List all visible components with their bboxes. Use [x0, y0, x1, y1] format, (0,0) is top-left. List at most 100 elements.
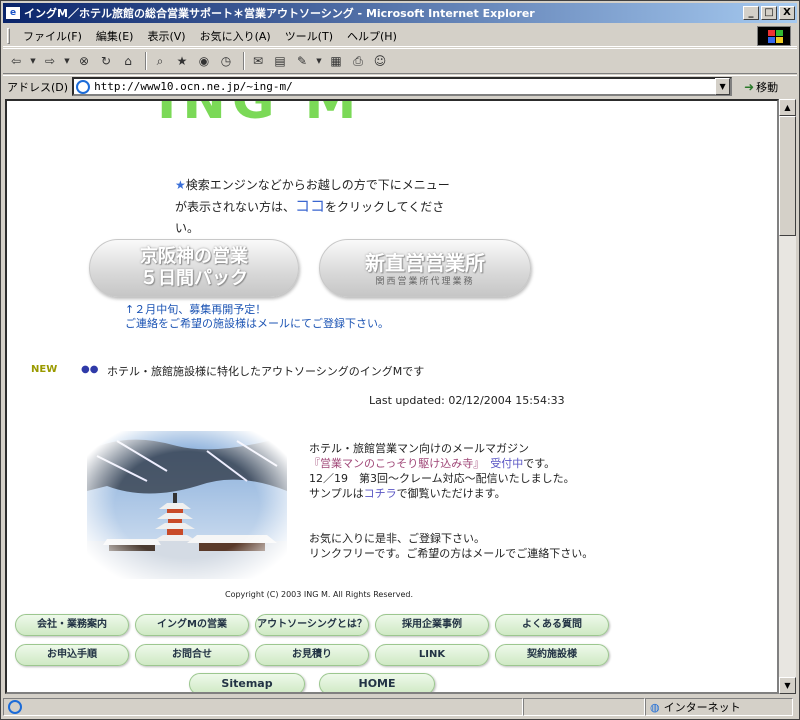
print-icon[interactable]: ▤ [271, 52, 289, 70]
ie-icon: e [5, 6, 21, 20]
toolbar-grip[interactable] [7, 27, 10, 44]
forward-dropdown-icon[interactable]: ▼ [63, 52, 71, 70]
address-label: アドレス(D) [7, 80, 69, 94]
back-icon[interactable]: ⇦ [7, 52, 25, 70]
history-icon[interactable]: ◷ [217, 52, 235, 70]
mail-icon[interactable]: ✉ [249, 52, 267, 70]
title-bar[interactable]: e イングM／ホテル旅館の総合営業サポート＊営業アウトソーシング - Micro… [3, 3, 797, 23]
nav-home[interactable]: HOME [319, 673, 435, 692]
vertical-scrollbar[interactable]: ▲ ▼ [779, 99, 796, 694]
recruit-notice[interactable]: ↑２月中旬、募集再開予定！ ご連絡をご希望の施設様はメールにてご登録下さい。 [125, 303, 389, 331]
edit-dropdown-icon[interactable]: ▼ [315, 52, 323, 70]
minimize-button[interactable]: _ [743, 6, 759, 20]
nav-contact[interactable]: お問合せ [135, 644, 249, 666]
back-dropdown-icon[interactable]: ▼ [29, 52, 37, 70]
zone-panel: ◍ インターネット [645, 698, 793, 716]
banner-left-line2: ５日間パック [140, 268, 248, 289]
discuss-icon[interactable]: ▦ [327, 52, 345, 70]
copyright: Copyright (C) 2003 ING M. All Rights Res… [225, 590, 413, 599]
menu-tools[interactable]: ツール(T) [278, 28, 340, 44]
nav-link[interactable]: LINK [375, 644, 489, 666]
banner-right-line1: 新直営営業所 [365, 251, 485, 275]
page-content: ING M ★検索エンジンなどからお越しの方で下にメニュー が表示されない方は、… [5, 99, 779, 694]
address-input[interactable]: http://www10.ocn.ne.jp/~ing-m/ [72, 77, 733, 96]
zone-label: インターネット [663, 701, 741, 714]
sample-link[interactable]: コチラ [364, 487, 397, 500]
logo-text: ING M [157, 101, 362, 129]
stop-icon[interactable]: ⊗ [75, 52, 93, 70]
notice-line1: 検索エンジンなどからお越しの方で下にメニュー [185, 178, 450, 192]
banner-left-line1: 京阪神の営業 [140, 246, 248, 267]
menu-help[interactable]: ヘルプ(H) [340, 28, 404, 44]
bullet-dots-icon: ●● [81, 364, 99, 375]
refresh-icon[interactable]: ↻ [97, 52, 115, 70]
mag-line4-end: で御覧いただけます。 [396, 487, 506, 500]
toolbar-separator [145, 52, 147, 70]
mag-line3: 12／19 第3回〜クレーム対応〜配信いたしました。 [309, 472, 575, 485]
mag-line1: ホテル・旅館営業マン向けのメールマガジン [309, 442, 529, 455]
banner-right-sub: 関西営業所代理業務 [375, 277, 475, 287]
new-office-banner[interactable]: 新直営営業所 関西営業所代理業務 [319, 239, 531, 297]
nav-faq[interactable]: よくある質問 [495, 614, 609, 636]
menu-bar: ファイル(F) 編集(E) 表示(V) お気に入り(A) ツール(T) ヘルプ(… [3, 25, 797, 47]
favorites-notice: お気に入りに是非、ご登録下さい。 リンクフリーです。ご希望の方はメールでご連絡下… [309, 531, 593, 561]
globe-icon: ◍ [650, 700, 660, 714]
menu-edit[interactable]: 編集(E) [89, 28, 141, 44]
research-icon[interactable]: ⎙ [349, 52, 367, 70]
standard-toolbar: ⇦ ▼ ⇨ ▼ ⊗ ↻ ⌂ ⌕ ★ ◉ ◷ ✉ ▤ ✎ ▼ ▦ ⎙ ☺ [3, 48, 797, 74]
forward-icon[interactable]: ⇨ [41, 52, 59, 70]
subscribe-link[interactable]: 受付中 [490, 457, 523, 470]
address-dropdown-icon[interactable]: ▼ [715, 78, 731, 95]
last-updated: Last updated: 02/12/2004 15:54:33 [369, 394, 565, 407]
menu-favorites[interactable]: お気に入り(A) [193, 28, 278, 44]
intro-text: ホテル・旅館施設様に特化したアウトソーシングのイングMです [107, 365, 425, 378]
maximize-button[interactable]: □ [761, 6, 777, 20]
status-panel [523, 698, 645, 716]
toolbar-separator [243, 52, 245, 70]
mag-line2-end: です。 [523, 457, 556, 470]
notice-line2-end: をクリックしてくださ [325, 200, 445, 214]
address-url[interactable]: http://www10.ocn.ne.jp/~ing-m/ [94, 80, 293, 93]
nav-estimate[interactable]: お見積り [255, 644, 369, 666]
new-badge: NEW [31, 364, 58, 375]
star-icon: ★ [175, 178, 186, 192]
temple-photo [87, 431, 287, 579]
recruit-line1: ↑２月中旬、募集再開予定！ [125, 303, 267, 316]
search-icon[interactable]: ⌕ [151, 52, 169, 70]
recruit-line2: ご連絡をご希望の施設様はメールにてご登録下さい。 [125, 317, 389, 330]
close-button[interactable]: X [779, 6, 795, 20]
nav-cases[interactable]: 採用企業事例 [375, 614, 489, 636]
keihanshin-pack-banner[interactable]: 京阪神の営業 ５日間パック [89, 239, 299, 297]
media-icon[interactable]: ◉ [195, 52, 213, 70]
edit-icon[interactable]: ✎ [293, 52, 311, 70]
scroll-thumb[interactable] [779, 116, 796, 236]
menu-view[interactable]: 表示(V) [140, 28, 192, 44]
nav-outsourcing[interactable]: アウトソーシングとは？ [255, 614, 369, 636]
nav-facilities[interactable]: 契約施設様 [495, 644, 609, 666]
windows-logo-icon [757, 26, 791, 46]
home-icon[interactable]: ⌂ [119, 52, 137, 70]
page-status-icon [8, 700, 22, 714]
nav-company[interactable]: 会社・業務案内 [15, 614, 129, 636]
nav-sales[interactable]: イングMの営業 [135, 614, 249, 636]
nav-sitemap[interactable]: Sitemap [189, 673, 305, 692]
notice-line2: が表示されない方は、 [175, 200, 296, 214]
go-button[interactable]: ➜ 移動 [744, 79, 778, 95]
menu-file[interactable]: ファイル(F) [16, 28, 89, 44]
address-bar: アドレス(D) http://www10.ocn.ne.jp/~ing-m/ ▼… [3, 75, 797, 97]
messenger-icon[interactable]: ☺ [371, 52, 389, 70]
nav-apply[interactable]: お申込手順 [15, 644, 129, 666]
page-icon [76, 79, 91, 94]
status-bar: ◍ インターネット [3, 697, 797, 717]
koko-link[interactable]: ココ [295, 197, 325, 215]
scroll-down-icon[interactable]: ▼ [779, 677, 796, 694]
go-label: 移動 [756, 80, 779, 94]
menu-notice: ★検索エンジンなどからお越しの方で下にメニュー が表示されない方は、ココをクリッ… [175, 175, 450, 239]
site-logo[interactable]: ING M [157, 101, 457, 129]
browser-window: e イングM／ホテル旅館の総合営業サポート＊営業アウトソーシング - Micro… [0, 0, 800, 720]
fav-line2: リンクフリーです。ご希望の方はメールでご連絡下さい。 [309, 547, 594, 560]
scroll-up-icon[interactable]: ▲ [779, 99, 796, 116]
mag-line4: サンプルは [309, 487, 364, 500]
favorites-icon[interactable]: ★ [173, 52, 191, 70]
mail-magazine-info: ホテル・旅館営業マン向けのメールマガジン 『営業マンのこっそり駆け込み寺』 受付中… [309, 441, 575, 501]
